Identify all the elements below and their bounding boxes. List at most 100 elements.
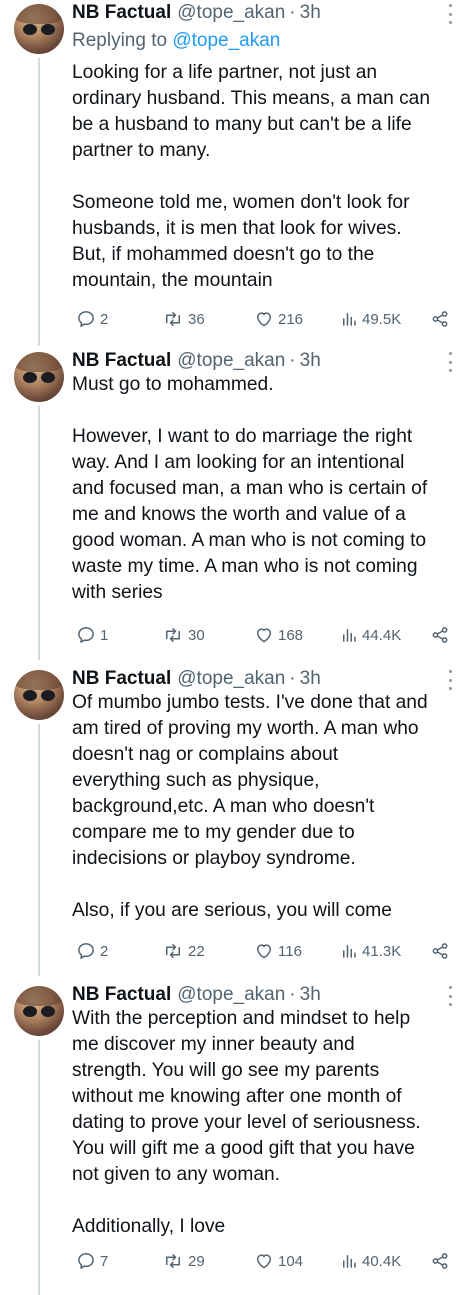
- replying-to-mention[interactable]: @tope_akan: [172, 30, 280, 51]
- tweet-text: Must go to mohammed. However, I want to …: [72, 374, 428, 603]
- reply-button[interactable]: 2: [76, 940, 108, 962]
- separator-dot: ·: [289, 668, 296, 689]
- replying-to-label: Replying to: [72, 30, 173, 51]
- like-count: 216: [278, 310, 304, 328]
- heart-icon: [257, 312, 271, 327]
- view-count: 41.3K: [362, 942, 402, 960]
- avatar[interactable]: [14, 670, 64, 720]
- timestamp[interactable]: 3h: [300, 2, 321, 24]
- thread-line: [38, 340, 40, 346]
- avatar[interactable]: [14, 986, 64, 1036]
- thread-line: [38, 724, 40, 976]
- user-handle[interactable]: @tope_akan: [177, 668, 285, 690]
- views-button[interactable]: 44.4K: [340, 624, 401, 646]
- avatar[interactable]: [14, 4, 64, 54]
- share-button[interactable]: [430, 624, 450, 646]
- reply-icon: [78, 1253, 94, 1269]
- more-options-icon[interactable]: [447, 352, 453, 372]
- like-count: 104: [278, 1252, 304, 1270]
- thread-line: [38, 1040, 40, 1295]
- action-bar: 1 30 168 44.4K: [76, 624, 452, 646]
- share-icon: [432, 1253, 448, 1269]
- heart-icon: [257, 628, 271, 643]
- tweet[interactable]: NB Factual @tope_akan · 3h Must go to mo…: [0, 340, 474, 660]
- heart-icon: [257, 944, 271, 959]
- action-bar: 2 22 116 41.3K: [76, 940, 452, 962]
- reply-icon: [78, 311, 94, 327]
- display-name[interactable]: NB Factual: [72, 668, 171, 690]
- share-button[interactable]: [430, 308, 450, 330]
- avatar[interactable]: [14, 352, 64, 402]
- separator-dot: ·: [289, 2, 296, 23]
- view-count: 44.4K: [362, 626, 402, 644]
- share-button[interactable]: [430, 940, 450, 962]
- views-button[interactable]: 49.5K: [340, 308, 401, 330]
- like-button[interactable]: 116: [254, 940, 302, 962]
- views-chart-icon: [343, 629, 356, 642]
- like-button[interactable]: 216: [254, 308, 303, 330]
- retweet-icon: [166, 628, 180, 642]
- user-handle[interactable]: @tope_akan: [177, 984, 285, 1006]
- more-options-icon[interactable]: [447, 670, 453, 690]
- views-button[interactable]: 40.4K: [340, 1250, 401, 1272]
- tweet-text: Of mumbo jumbo tests. I've done that and…: [72, 692, 428, 921]
- tweet-header: NB Factual @tope_akan · 3h: [72, 982, 321, 1008]
- user-handle[interactable]: @tope_akan: [177, 350, 285, 372]
- view-count: 40.4K: [362, 1252, 402, 1270]
- views-chart-icon: [343, 945, 356, 958]
- action-bar: 2 36 216 49.5K: [76, 308, 452, 330]
- reply-button[interactable]: 1: [76, 624, 108, 646]
- retweet-count: 29: [188, 1252, 205, 1270]
- retweet-icon: [166, 1254, 180, 1268]
- action-bar: 7 29 104 40.4K: [76, 1250, 452, 1272]
- reply-count: 7: [100, 1252, 109, 1270]
- reply-icon: [78, 627, 94, 643]
- separator-dot: ·: [289, 984, 296, 1005]
- heart-icon: [257, 1254, 271, 1269]
- thread-line: [38, 58, 40, 340]
- retweet-count: 30: [188, 626, 205, 644]
- share-icon: [432, 311, 448, 327]
- timestamp[interactable]: 3h: [300, 668, 321, 690]
- reply-icon: [78, 943, 94, 959]
- retweet-icon: [166, 312, 180, 326]
- like-count: 168: [278, 626, 304, 644]
- display-name[interactable]: NB Factual: [72, 984, 171, 1006]
- more-options-icon[interactable]: [447, 4, 453, 24]
- more-options-icon[interactable]: [447, 986, 453, 1006]
- retweet-button[interactable]: 36: [162, 308, 205, 330]
- timestamp[interactable]: 3h: [300, 984, 321, 1006]
- separator-dot: ·: [289, 350, 296, 371]
- tweet-text: Looking for a life partner, not just an …: [72, 62, 431, 291]
- tweet[interactable]: NB Factual @tope_akan · 3h Replying to @…: [0, 0, 474, 340]
- views-button[interactable]: 41.3K: [340, 940, 401, 962]
- like-count: 116: [278, 942, 302, 960]
- tweet-header: NB Factual @tope_akan · 3h: [72, 666, 321, 692]
- user-handle[interactable]: @tope_akan: [177, 2, 285, 24]
- tweet[interactable]: NB Factual @tope_akan · 3h With the perc…: [0, 982, 474, 1295]
- tweet[interactable]: NB Factual @tope_akan · 3h Of mumbo jumb…: [0, 666, 474, 976]
- retweet-button[interactable]: 30: [162, 624, 205, 646]
- view-count: 49.5K: [362, 310, 402, 328]
- views-chart-icon: [343, 1255, 356, 1268]
- views-chart-icon: [343, 313, 356, 326]
- timestamp[interactable]: 3h: [300, 350, 321, 372]
- share-icon: [432, 943, 448, 959]
- like-button[interactable]: 168: [254, 624, 303, 646]
- share-icon: [432, 627, 448, 643]
- tweet-text: With the perception and mindset to help …: [72, 1008, 421, 1237]
- reply-button[interactable]: 7: [76, 1250, 108, 1272]
- like-button[interactable]: 104: [254, 1250, 303, 1272]
- tweet-header: NB Factual @tope_akan · 3h: [72, 348, 321, 374]
- reply-count: 1: [100, 626, 109, 644]
- retweet-count: 22: [188, 942, 205, 960]
- display-name[interactable]: NB Factual: [72, 2, 171, 24]
- display-name[interactable]: NB Factual: [72, 350, 171, 372]
- retweet-icon: [166, 944, 180, 958]
- retweet-button[interactable]: 22: [162, 940, 205, 962]
- reply-count: 2: [100, 310, 109, 328]
- reply-button[interactable]: 2: [76, 308, 108, 330]
- retweet-button[interactable]: 29: [162, 1250, 205, 1272]
- share-button[interactable]: [430, 1250, 450, 1272]
- reply-count: 2: [100, 942, 109, 960]
